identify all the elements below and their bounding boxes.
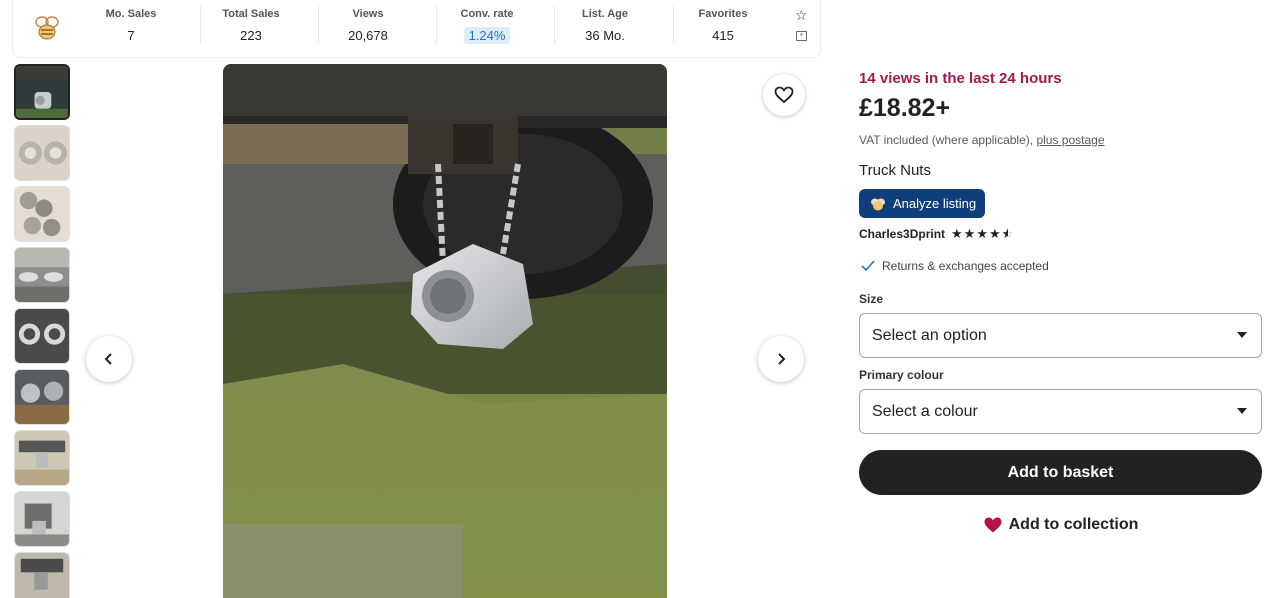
stat-views: Views 20,678 — [338, 6, 398, 45]
views-24h-notice: 14 views in the last 24 hours — [859, 70, 1062, 87]
caret-down-icon — [1237, 332, 1247, 338]
stats-bar: Mo. Sales 7 Total Sales 223 Views 20,678… — [12, 0, 821, 58]
vat-note: VAT included (where applicable), plus po… — [859, 133, 1105, 147]
thumbnail-8[interactable] — [14, 491, 70, 547]
thumbnail-7[interactable] — [14, 430, 70, 486]
stat-mo-sales: Mo. Sales 7 — [101, 6, 161, 45]
star-icon[interactable]: ☆ — [795, 7, 808, 24]
stat-label: Views — [352, 8, 384, 20]
main-listing-image[interactable] — [223, 64, 667, 598]
vat-text: VAT included (where applicable), — [859, 133, 1034, 147]
thumbnail-5[interactable] — [14, 308, 70, 364]
add-to-basket-label: Add to basket — [1007, 463, 1114, 481]
returns-text: Returns & exchanges accepted — [882, 259, 1049, 273]
stat-value: 7 — [127, 28, 135, 43]
chevron-right-icon — [778, 353, 786, 365]
thumbnail-strip — [14, 64, 70, 598]
stat-value: 223 — [240, 28, 262, 43]
caret-down-icon — [1237, 408, 1247, 414]
colour-select-value: Select a colour — [872, 402, 978, 420]
stat-value: 415 — [712, 28, 734, 43]
stat-label: Conv. rate — [460, 8, 514, 20]
check-icon — [861, 260, 875, 272]
stat-label: Total Sales — [222, 8, 280, 20]
favorite-button[interactable] — [763, 74, 805, 116]
add-to-collection-label: Add to collection — [1008, 516, 1139, 533]
analyze-listing-label: Analyze listing — [893, 196, 977, 211]
stat-label: Mo. Sales — [105, 8, 157, 20]
analyze-listing-button[interactable]: Analyze listing — [859, 189, 985, 218]
stat-label: Favorites — [698, 8, 748, 20]
stat-total-sales: Total Sales 223 — [216, 6, 286, 45]
listing-title: Truck Nuts — [859, 162, 931, 179]
stat-value-highlight: 1.24% — [463, 27, 511, 44]
chevron-left-icon — [104, 353, 112, 365]
stat-value: 20,678 — [348, 28, 388, 43]
thumbnail-9[interactable] — [14, 552, 70, 598]
size-select-value: Select an option — [872, 326, 987, 344]
stat-value: 36 Mo. — [585, 28, 625, 43]
returns-policy: Returns & exchanges accepted — [861, 259, 1049, 273]
shop-info: Charles3Dprint ★★★★☆★ — [859, 226, 1014, 242]
bee-logo-icon[interactable] — [31, 10, 63, 44]
heart-filled-icon — [984, 517, 1002, 533]
thumbnail-1[interactable] — [14, 64, 70, 120]
thumbnail-6[interactable] — [14, 369, 70, 425]
stat-label: List. Age — [581, 8, 629, 20]
colour-select[interactable]: Select a colour — [859, 389, 1262, 434]
embed-icon[interactable]: + — [796, 31, 807, 41]
next-image-button[interactable] — [758, 336, 804, 382]
price: £18.82+ — [859, 94, 951, 122]
add-to-collection-button[interactable]: Add to collection — [859, 516, 1262, 534]
thumbnail-2[interactable] — [14, 125, 70, 181]
stat-conv-rate: Conv. rate 1.24% — [453, 6, 521, 45]
heart-outline-icon — [774, 86, 794, 104]
size-label: Size — [859, 292, 884, 306]
thumbnail-4[interactable] — [14, 247, 70, 303]
bee-icon — [871, 198, 885, 210]
rating-stars-icon: ★★★★☆★ — [951, 226, 1015, 241]
primary-colour-label: Primary colour — [859, 368, 944, 382]
size-select[interactable]: Select an option — [859, 313, 1262, 358]
shop-name-link[interactable]: Charles3Dprint — [859, 227, 945, 241]
previous-image-button[interactable] — [86, 336, 132, 382]
stat-favorites: Favorites 415 — [689, 6, 757, 45]
thumbnail-3[interactable] — [14, 186, 70, 242]
add-to-basket-button[interactable]: Add to basket — [859, 450, 1262, 495]
stat-listing-age: List. Age 36 Mo. — [571, 6, 639, 45]
plus-postage-link[interactable]: plus postage — [1036, 133, 1104, 147]
